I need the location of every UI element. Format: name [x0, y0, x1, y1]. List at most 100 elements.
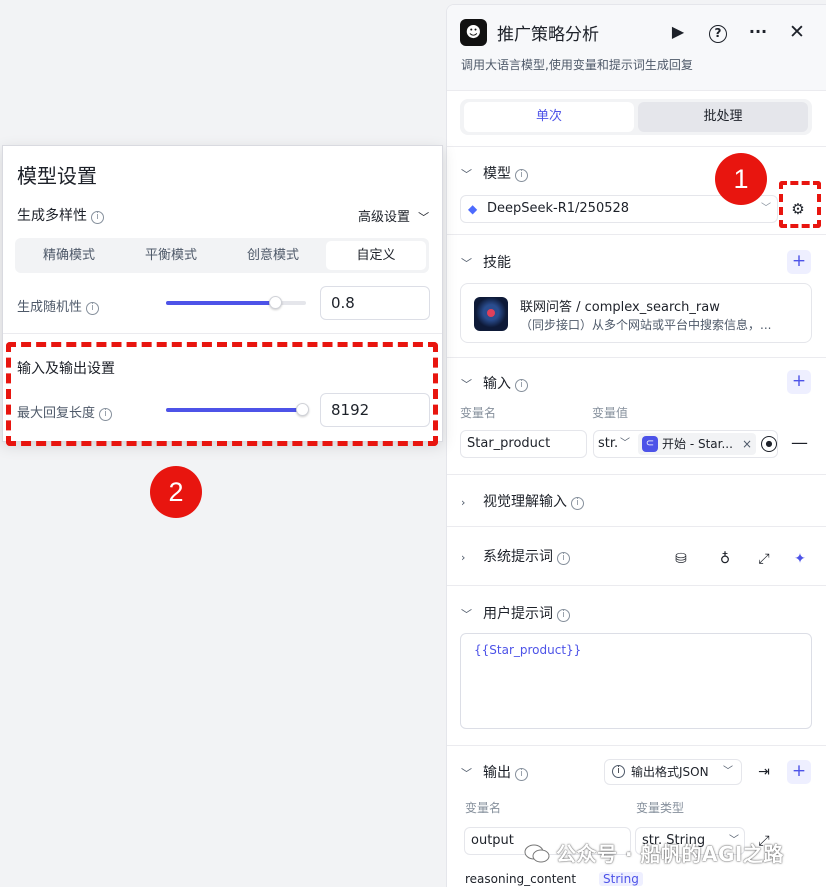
chevron-down-icon: ﹀	[620, 438, 630, 449]
add-output-button[interactable]: +	[787, 760, 811, 784]
import-icon[interactable]: ⇥	[752, 760, 776, 784]
skill-card[interactable]: 联网问答 / complex_search_raw （同步接口）从多个网站或平台…	[460, 283, 812, 343]
node-config-panel: ☻ 推广策略分析 ▶ ? ··· ✕ 调用大语言模型,使用变量和提示词生成回复 …	[446, 4, 826, 887]
vision-section-header[interactable]: › 视觉理解输入 i	[461, 491, 584, 511]
chevron-down-icon: ﹀	[461, 168, 472, 181]
info-icon: i	[91, 211, 104, 224]
diversity-label: 生成多样性	[17, 208, 87, 224]
popup-title: 模型设置	[17, 164, 97, 188]
mode-balanced[interactable]: 平衡模式	[121, 241, 221, 270]
system-prompt-label: 系统提示词	[483, 549, 553, 565]
run-icon[interactable]: ▶	[667, 21, 689, 43]
run-mode-switch: 单次 批处理	[460, 99, 812, 135]
add-input-button[interactable]: +	[787, 370, 811, 394]
user-prompt-content: {{Star_product}}	[474, 643, 582, 657]
annotation-highlight-io-settings	[6, 342, 438, 446]
add-skill-button[interactable]: +	[787, 250, 811, 274]
skill-name: 联网问答 / complex_search_raw	[520, 300, 720, 315]
advanced-settings-toggle[interactable]: 高级设置 ﹀	[358, 206, 429, 225]
prompt-library-icon[interactable]: ⛁	[671, 549, 691, 569]
input-col-value: 变量值	[592, 406, 629, 420]
chevron-down-icon: ﹀	[461, 257, 472, 270]
slider-handle[interactable]	[269, 296, 282, 309]
info-icon: i	[515, 169, 528, 182]
mode-precise[interactable]: 精确模式	[19, 241, 119, 270]
var-type-select[interactable]: str.	[598, 436, 618, 451]
tab-single-run[interactable]: 单次	[464, 102, 634, 132]
chevron-down-icon: ﹀	[723, 766, 733, 777]
help-icon[interactable]: ?	[707, 21, 729, 43]
skill-avatar-icon	[474, 297, 508, 331]
tab-batch-run[interactable]: 批处理	[638, 102, 808, 132]
mode-custom[interactable]: 自定义	[326, 241, 426, 270]
output-section-label: 输出	[483, 765, 511, 781]
mode-creative[interactable]: 创意模式	[223, 241, 323, 270]
output-col-name: 变量名	[465, 801, 502, 815]
input-section-label: 输入	[483, 376, 511, 392]
output-format-select[interactable]: i 输出格式JSON ﹀	[604, 759, 742, 785]
info-icon: i	[571, 497, 584, 510]
divider	[3, 333, 442, 334]
chevron-right-icon: ›	[461, 551, 466, 564]
expand-icon[interactable]: ⤢	[754, 549, 774, 569]
info-icon: i	[557, 552, 570, 565]
target-icon[interactable]: ●	[761, 436, 777, 452]
temperature-input[interactable]: 0.8	[320, 286, 430, 320]
skill-description: （同步接口）从多个网站或平台中搜索信息，...	[520, 318, 772, 332]
bulb-icon[interactable]: ♁	[715, 549, 735, 569]
system-prompt-header[interactable]: › 系统提示词 i	[461, 546, 570, 566]
node-logo-icon: ☻	[460, 19, 487, 46]
chevron-down-icon: ﹀	[418, 211, 430, 224]
temperature-label-row: 生成随机性 i	[17, 296, 100, 315]
divider	[447, 526, 826, 527]
slider-fill	[166, 301, 275, 305]
divider	[447, 357, 826, 358]
info-icon: i	[86, 302, 100, 315]
close-icon[interactable]: ✕	[786, 21, 808, 43]
chevron-down-icon: ﹀	[461, 378, 472, 391]
info-icon: i	[612, 765, 625, 778]
chevron-down-icon: ﹀	[461, 608, 472, 621]
remove-tag-icon[interactable]: ×	[742, 433, 752, 455]
node-subtitle: 调用大语言模型,使用变量和提示词生成回复	[461, 58, 693, 72]
variable-ref-label: 开始 - Star...	[662, 437, 733, 451]
temperature-slider[interactable]	[166, 296, 306, 309]
advanced-settings-label: 高级设置	[358, 210, 411, 225]
output-col-type: 变量类型	[636, 801, 685, 815]
skills-section-header[interactable]: ﹀ 技能	[461, 252, 511, 272]
more-icon[interactable]: ···	[747, 21, 769, 43]
skills-section-label: 技能	[483, 255, 511, 271]
input-var-name-field[interactable]: Star_product	[460, 430, 587, 458]
chevron-down-icon: ﹀	[761, 203, 771, 214]
panel-header: ☻ 推广策略分析 ▶ ? ··· ✕ 调用大语言模型,使用变量和提示词生成回复	[447, 5, 826, 91]
model-section-header[interactable]: ﹀ 模型 i	[461, 163, 528, 183]
model-section-label: 模型	[483, 166, 511, 182]
chevron-right-icon: ›	[461, 496, 466, 509]
user-prompt-header[interactable]: ﹀ 用户提示词 i	[461, 603, 570, 623]
start-node-icon: ⊂	[642, 436, 658, 452]
temperature-label: 生成随机性	[17, 300, 83, 315]
ai-sparkle-icon[interactable]: ✦	[790, 549, 810, 569]
info-icon: i	[557, 609, 570, 622]
divider	[447, 745, 826, 746]
node-title[interactable]: 推广策略分析	[497, 20, 599, 45]
divider	[447, 474, 826, 475]
wechat-icon	[524, 844, 550, 863]
variable-ref-tag[interactable]: ⊂ 开始 - Star... ×	[638, 433, 756, 455]
output-format-value: 输出格式JSON	[631, 765, 709, 779]
output-var-name-2: reasoning_content	[465, 872, 577, 886]
output-section-header[interactable]: ﹀ 输出 i	[461, 762, 528, 782]
info-icon: i	[515, 379, 528, 392]
chevron-down-icon: ﹀	[461, 767, 472, 780]
user-prompt-editor[interactable]: {{Star_product}}	[460, 633, 812, 729]
vision-section-label: 视觉理解输入	[483, 494, 567, 510]
diversity-mode-switch: 精确模式 平衡模式 创意模式 自定义	[15, 238, 429, 273]
remove-input-icon[interactable]: —	[791, 433, 808, 453]
input-section-header[interactable]: ﹀ 输入 i	[461, 373, 528, 393]
diversity-label-row: 生成多样性 i	[17, 205, 104, 225]
divider	[447, 585, 826, 586]
user-prompt-label: 用户提示词	[483, 606, 553, 622]
watermark-text: 公众号 · 船帆的AGI之路	[556, 842, 784, 866]
deepseek-logo-icon: ◆	[468, 202, 478, 216]
annotation-badge-1: 1	[715, 153, 767, 205]
